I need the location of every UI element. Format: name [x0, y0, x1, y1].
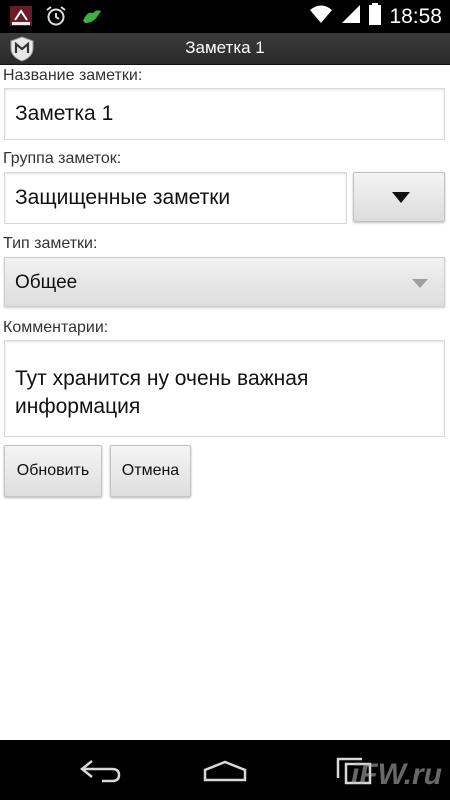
action-bar: Заметка 1 [0, 33, 450, 65]
alarm-clock-icon [43, 4, 69, 28]
watermark: iFW.ru [350, 758, 442, 791]
android-icon [78, 4, 104, 28]
note-type-label: Тип заметки: [3, 235, 98, 252]
note-name-label: Название заметки: [3, 67, 143, 84]
comments-textarea[interactable]: Тут хранится ну очень важная информация [4, 340, 445, 437]
status-bar: 18:58 [0, 0, 450, 33]
signal-icon [341, 4, 361, 29]
comments-value: Тут хранится ну очень важная информация [15, 367, 309, 418]
cancel-button[interactable]: Отмена [110, 445, 191, 497]
note-name-value: Заметка 1 [15, 102, 114, 125]
clock-time: 18:58 [389, 4, 442, 28]
page-title: Заметка 1 [185, 38, 265, 57]
update-button[interactable]: Обновить [4, 445, 102, 497]
note-type-spinner[interactable]: Общее [4, 257, 445, 307]
note-group-input[interactable]: Защищенные заметки [4, 172, 347, 224]
battery-icon [369, 3, 382, 30]
comments-label: Комментарии: [3, 319, 109, 336]
note-type-value: Общее [15, 272, 78, 293]
note-group-dropdown-button[interactable] [353, 172, 445, 222]
back-icon[interactable] [78, 758, 122, 784]
note-group-value: Защищенные заметки [15, 186, 231, 209]
home-icon[interactable] [202, 760, 248, 782]
notification-icons [8, 4, 104, 28]
wifi-icon [309, 4, 333, 29]
system-status: 18:58 [309, 0, 442, 33]
note-group-label: Группа заметок: [3, 150, 122, 167]
chevron-down-icon [412, 279, 428, 288]
mcafee-notification-icon [8, 4, 34, 28]
triangle-down-icon [392, 192, 410, 203]
note-name-input[interactable]: Заметка 1 [4, 88, 445, 140]
navigation-bar: iFW.ru [0, 740, 450, 800]
